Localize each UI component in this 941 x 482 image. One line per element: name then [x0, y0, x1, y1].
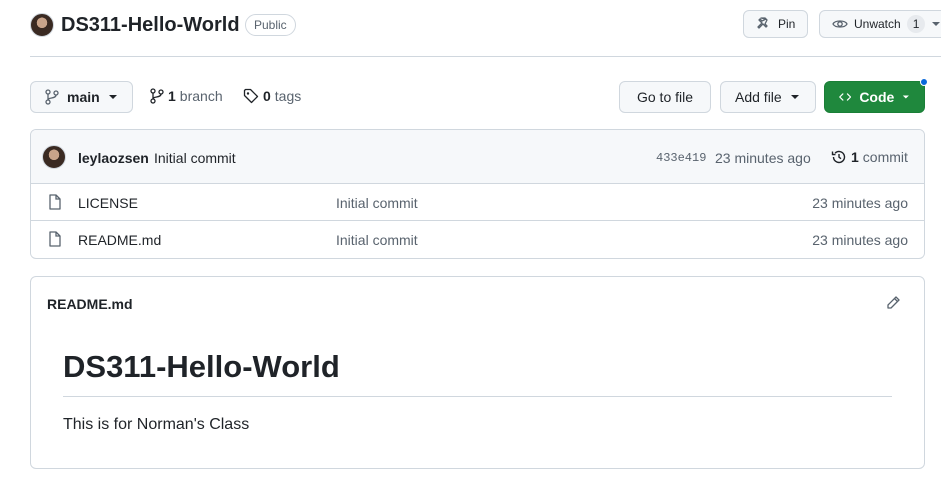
- readme-body: This is for Norman's Class: [63, 416, 250, 433]
- pin-icon: [757, 17, 768, 29]
- tag-icon: [243, 88, 259, 104]
- watch-count: 1: [906, 15, 926, 33]
- unwatch-label: Unwatch: [854, 17, 901, 31]
- file-row[interactable]: LICENSE Initial commit 23 minutes ago: [31, 184, 924, 221]
- file-time: 23 minutes ago: [812, 195, 908, 211]
- caret-down-icon: [790, 95, 799, 99]
- visibility-badge: Public: [245, 14, 296, 36]
- unwatch-button[interactable]: Unwatch 1: [819, 10, 941, 38]
- readme-heading: DS311-Hello-World: [63, 349, 340, 384]
- commit-message[interactable]: Initial commit: [154, 150, 236, 166]
- repo-name[interactable]: DS311-Hello-World: [61, 14, 240, 37]
- file-name[interactable]: LICENSE: [78, 195, 138, 211]
- commit-time: 23 minutes ago: [715, 150, 811, 166]
- commit-word: commit: [862, 149, 908, 165]
- file-browser: leylaozsen Initial commit 433e419 23 min…: [30, 129, 925, 259]
- add-file-label: Add file: [735, 89, 782, 105]
- author-avatar[interactable]: [42, 145, 66, 169]
- history-icon: [831, 150, 846, 164]
- git-branch-icon: [45, 89, 59, 105]
- pin-button[interactable]: Pin: [743, 10, 809, 38]
- caret-down-icon: [932, 22, 941, 26]
- commit-count: 1: [851, 149, 859, 165]
- commit-sha[interactable]: 433e419: [656, 151, 706, 165]
- file-time: 23 minutes ago: [812, 232, 908, 248]
- pin-label: Pin: [778, 17, 796, 31]
- readme-panel: README.md DS311-Hello-World This is for …: [30, 276, 925, 469]
- branch-selector[interactable]: main: [30, 81, 133, 113]
- commit-author[interactable]: leylaozsen: [78, 150, 149, 166]
- code-icon: [839, 93, 852, 101]
- caret-down-icon: [903, 95, 910, 99]
- file-commit-message[interactable]: Initial commit: [336, 232, 418, 248]
- file-icon: [49, 194, 61, 210]
- git-branch-icon: [150, 88, 164, 104]
- caret-down-icon: [108, 95, 117, 99]
- file-row[interactable]: README.md Initial commit 23 minutes ago: [31, 221, 924, 258]
- file-name[interactable]: README.md: [78, 232, 161, 248]
- tag-count: 0: [263, 88, 271, 104]
- add-file-button[interactable]: Add file: [720, 81, 816, 113]
- code-button[interactable]: Code: [824, 81, 925, 113]
- repo-header: DS311-Hello-World Public Pin Unwatch 1: [30, 10, 941, 56]
- file-icon: [49, 231, 61, 247]
- branch-word: branch: [179, 88, 223, 104]
- code-label: Code: [859, 89, 895, 105]
- commit-history-link[interactable]: 1 commit: [831, 149, 908, 165]
- go-to-file-label: Go to file: [636, 89, 694, 105]
- tag-word: tags: [274, 88, 302, 104]
- go-to-file-button[interactable]: Go to file: [619, 81, 711, 113]
- header-divider: [30, 56, 941, 57]
- pencil-icon[interactable]: [885, 295, 901, 311]
- latest-commit-row: leylaozsen Initial commit 433e419 23 min…: [31, 130, 924, 184]
- readme-filename[interactable]: README.md: [47, 296, 133, 312]
- branches-link[interactable]: 1 branch: [150, 88, 223, 104]
- branch-name: main: [67, 89, 100, 105]
- branch-count: 1: [168, 88, 176, 104]
- eye-icon: [832, 20, 848, 28]
- owner-avatar[interactable]: [30, 13, 54, 37]
- file-commit-message[interactable]: Initial commit: [336, 195, 418, 211]
- readme-heading-rule: [63, 396, 892, 397]
- tags-link[interactable]: 0 tags: [243, 88, 301, 104]
- notification-dot: [920, 78, 928, 86]
